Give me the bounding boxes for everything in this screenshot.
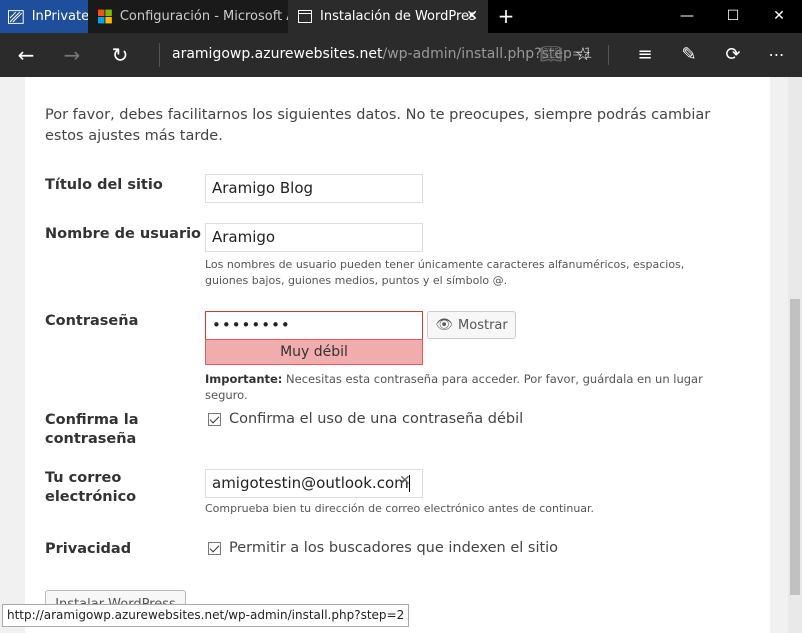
minimize-button[interactable]: — (664, 0, 710, 33)
confirm-weak-password-row[interactable]: Confirma el uso de una contraseña débil (208, 411, 523, 427)
confirm-weak-password-text: Confirma el uso de una contraseña débil (229, 411, 524, 427)
share-icon[interactable]: ⟳ (719, 41, 747, 69)
url-field[interactable]: aramigowp.azurewebsites.net/wp-admin/ins… (172, 46, 593, 62)
username-hint: Los nombres de usuario pueden tener únic… (205, 258, 685, 287)
email-hint: Comprueba bien tu dirección de correo el… (205, 502, 595, 515)
url-divider (159, 43, 160, 67)
password-hint-bold: Importante: (205, 372, 283, 386)
email-input[interactable]: amigotestin@outlook.com (205, 469, 423, 498)
scrollbar-thumb[interactable] (790, 299, 800, 595)
search-engine-visibility-row[interactable]: Permitir a los buscadores que indexen el… (208, 540, 558, 556)
install-form-card: Por favor, debes facilitarnos los siguie… (25, 77, 770, 633)
site-title-label: Título del sitio (45, 177, 163, 193)
favorite-star-icon[interactable]: ☆ (569, 41, 597, 69)
title-bar: InPrivate Configuración - Microsoft Az I… (0, 0, 802, 33)
tab-inprivate[interactable]: InPrivate (0, 0, 88, 33)
username-label: Nombre de usuario (45, 226, 202, 242)
username-input[interactable]: Aramigo (205, 223, 423, 252)
email-value: amigotestin@outlook.com (212, 474, 409, 492)
more-icon[interactable]: ⋯ (763, 41, 791, 69)
password-label: Contraseña (45, 313, 139, 329)
refresh-button[interactable]: ↻ (106, 41, 134, 69)
new-tab-button[interactable]: + (494, 4, 518, 28)
address-bar: ← → ↻ aramigowp.azurewebsites.net/wp-adm… (0, 33, 802, 77)
hub-icon[interactable]: ≡ (631, 41, 659, 69)
web-note-icon[interactable]: ✎ (675, 41, 703, 69)
tab-azure-label: Configuración - Microsoft Az (119, 9, 288, 24)
maximize-button[interactable]: ☐ (710, 0, 756, 33)
show-password-button[interactable]: 👁︎ Mostrar (427, 311, 516, 339)
forward-button[interactable]: → (58, 41, 86, 69)
password-strength-meter: Muy débil (205, 339, 423, 365)
microsoft-logo-icon (98, 9, 112, 24)
tab-azure[interactable]: Configuración - Microsoft Az (88, 0, 288, 33)
tab-wordpress-label: Instalación de WordPres (320, 9, 476, 24)
password-input[interactable]: •••••••• (205, 311, 423, 340)
inprivate-icon (8, 9, 24, 24)
vertical-scrollbar[interactable] (788, 77, 802, 633)
toolbar-divider (608, 45, 609, 65)
show-password-label: Mostrar (458, 317, 508, 333)
confirm-password-label: Confirma la contraseña (45, 412, 139, 447)
page-viewport: Por favor, debes facilitarnos los siguie… (0, 77, 788, 633)
tab-wordpress[interactable]: Instalación de WordPres ✕ (288, 0, 488, 33)
eye-icon: 👁︎ (435, 317, 454, 333)
reading-view-icon[interactable]: 📖︎ (537, 41, 565, 69)
site-title-input[interactable]: Aramigo Blog (205, 174, 423, 203)
search-engine-visibility-checkbox[interactable] (208, 541, 221, 555)
tab-inprivate-label: InPrivate (31, 9, 88, 24)
confirm-weak-password-checkbox[interactable] (208, 412, 221, 426)
search-engine-visibility-text: Permitir a los buscadores que indexen el… (229, 540, 559, 556)
password-hint: Importante: Necesitas esta contraseña pa… (205, 371, 725, 403)
clear-input-icon[interactable]: ✕ (399, 473, 411, 489)
close-tab-icon[interactable]: ✕ (466, 8, 478, 24)
page-icon (298, 10, 312, 23)
intro-text: Por favor, debes facilitarnos los siguie… (45, 107, 711, 144)
url-host: aramigowp.azurewebsites.net (172, 46, 383, 62)
back-button[interactable]: ← (12, 41, 40, 69)
email-label: Tu correo electrónico (45, 470, 137, 505)
close-window-button[interactable]: ✕ (756, 0, 802, 33)
link-status-bar: http://aramigowp.azurewebsites.net/wp-ad… (2, 604, 410, 627)
privacy-label: Privacidad (45, 541, 132, 557)
